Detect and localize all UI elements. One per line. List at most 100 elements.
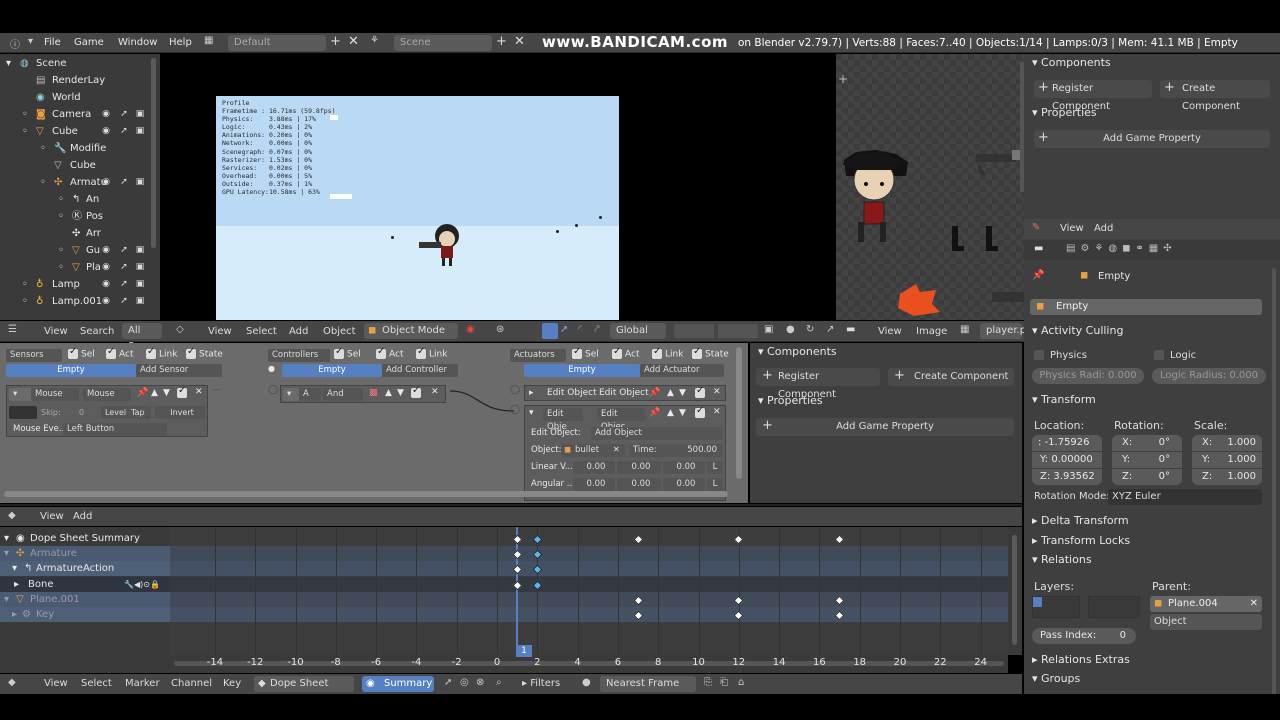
image-image-menu[interactable]: Image bbox=[916, 326, 947, 337]
render-icon[interactable]: ▣ bbox=[134, 174, 146, 191]
pass-index-field[interactable]: Pass Index: 0 bbox=[1032, 628, 1136, 644]
rotate-manipulator-icon[interactable]: ◜ bbox=[578, 324, 582, 335]
logic-vscrollbar[interactable] bbox=[736, 347, 742, 479]
level-toggle[interactable]: Level bbox=[101, 406, 129, 419]
actuator-type[interactable]: Edit Object bbox=[547, 388, 597, 398]
skip-value[interactable]: 0 bbox=[79, 408, 84, 417]
add-game-property-button[interactable]: + Add Game Property bbox=[1034, 130, 1270, 148]
rotation-y-field[interactable]: Y: 0° bbox=[1112, 452, 1182, 468]
eye-icon[interactable]: ◉ bbox=[100, 259, 112, 276]
pulse-toggle[interactable] bbox=[9, 406, 37, 419]
channel-bone[interactable]: ▸ Bone 🔧◀)⊙🔒 bbox=[0, 577, 170, 592]
outliner-item-animation[interactable]: ◦ ↰ An bbox=[0, 191, 150, 208]
chevron-down-icon[interactable]: ▾ bbox=[28, 36, 33, 47]
angular-local-toggle[interactable]: L bbox=[707, 478, 723, 491]
sensors-dropdown[interactable]: Sensors bbox=[6, 349, 62, 362]
proportional-edit-icon[interactable]: ↗ bbox=[826, 324, 834, 335]
object-mode-select[interactable]: ◼ Object Mode bbox=[364, 323, 458, 339]
properties-panel-header[interactable]: ▾ Properties bbox=[1032, 104, 1097, 122]
sensor-type-select[interactable]: Mouse bbox=[31, 388, 79, 401]
close-scene-icon[interactable]: ✕ bbox=[514, 34, 525, 49]
relations-extras-header[interactable]: ▸ Relations Extras bbox=[1032, 651, 1130, 669]
dopesheet-editor-icon[interactable]: ◆ bbox=[8, 510, 16, 521]
render-icon[interactable]: ▣ bbox=[134, 293, 146, 310]
transform-locks-header[interactable]: ▸ Transform Locks bbox=[1032, 532, 1130, 550]
physics-checkbox[interactable]: Physics bbox=[1034, 350, 1087, 361]
dopesheet-editor-icon[interactable]: ◆ bbox=[8, 677, 16, 688]
sensor-name-field[interactable]: Mouse bbox=[83, 388, 131, 401]
controllers-sel-toggle[interactable]: Sel bbox=[334, 346, 361, 360]
channel-flags-icons[interactable]: 🔧◀)⊙🔒 bbox=[124, 577, 160, 592]
relations-header[interactable]: ▾ Relations bbox=[1032, 551, 1092, 569]
eye-icon[interactable]: ◉ bbox=[100, 276, 112, 293]
render-icon[interactable]: ▣ bbox=[134, 106, 146, 123]
add-region-icon[interactable]: + bbox=[838, 72, 848, 86]
create-component-button[interactable]: + Create Component bbox=[1160, 80, 1270, 112]
select-arrow-icon[interactable]: ➚ bbox=[118, 276, 130, 293]
view3d-view-menu[interactable]: View bbox=[208, 326, 232, 337]
time-field[interactable]: Time: 500.00 bbox=[629, 444, 723, 457]
tap-toggle[interactable]: Tap bbox=[127, 406, 151, 419]
actuator-name[interactable]: Edit Objec... bbox=[597, 408, 645, 432]
location-x-field[interactable]: : -1.75926 bbox=[1032, 435, 1102, 451]
outliner-item-armature[interactable]: ◦ ✣ Armatu ◉ ➚ ▣ bbox=[0, 174, 150, 191]
scene-selector[interactable]: Scene bbox=[394, 35, 492, 51]
image-editor-canvas[interactable]: + bbox=[836, 54, 1024, 320]
dopesheet-vscroll[interactable] bbox=[1008, 527, 1022, 655]
manipulator-toggle[interactable] bbox=[542, 323, 558, 339]
sensors-act-toggle[interactable]: Act bbox=[106, 346, 133, 360]
transform-header[interactable]: ▾ Transform bbox=[1032, 391, 1096, 409]
outliner-item-scene[interactable]: ▾ ◍ Scene bbox=[0, 55, 150, 72]
location-z-field[interactable]: Z: 3.93562 bbox=[1032, 469, 1102, 485]
layout-selector[interactable]: Default bbox=[228, 35, 326, 51]
show-hidden-icon[interactable]: ◎ bbox=[460, 677, 469, 688]
eye-icon[interactable]: ◉ bbox=[100, 106, 112, 123]
pin-icon[interactable]: 📌 bbox=[649, 388, 660, 398]
angular-velocity-x[interactable]: 0.00 bbox=[573, 478, 615, 491]
viewport-shading-icon[interactable]: ◉ bbox=[466, 324, 475, 335]
mouse-event-select[interactable]: Left Button bbox=[63, 423, 167, 436]
eye-icon[interactable]: ◉ bbox=[100, 174, 112, 191]
auto-snap-icon[interactable]: ● bbox=[582, 677, 591, 688]
invert-toggle[interactable]: Invert bbox=[155, 406, 205, 419]
move-up-icon[interactable]: ▲ bbox=[667, 408, 674, 418]
pin-icon[interactable]: 📌 bbox=[137, 388, 148, 398]
move-down-icon[interactable]: ▼ bbox=[679, 388, 686, 398]
eye-icon[interactable]: ◉ bbox=[100, 293, 112, 310]
actuator-input-socket[interactable]: ◯ bbox=[510, 405, 520, 415]
menu-file[interactable]: File bbox=[44, 37, 61, 48]
scene-icon[interactable]: ⚘ bbox=[370, 35, 379, 46]
dopesheet-mode-select[interactable]: ◆ Dope Sheet bbox=[254, 676, 354, 692]
location-y-field[interactable]: Y: 0.00000 bbox=[1032, 452, 1102, 468]
controller-input-socket[interactable]: ◯ bbox=[268, 385, 278, 395]
actuator-name[interactable]: Edit Object bbox=[599, 388, 649, 398]
select-arrow-icon[interactable]: ➚ bbox=[118, 174, 130, 191]
current-frame-indicator[interactable]: 1 bbox=[516, 645, 532, 657]
channel-summary[interactable]: ▾ ◉ Dope Sheet Summary bbox=[0, 531, 170, 546]
actuators-sel-toggle[interactable]: Sel bbox=[572, 346, 599, 360]
controller-state-dot[interactable]: ● bbox=[268, 364, 275, 373]
parent-type-select[interactable]: Object bbox=[1150, 614, 1262, 630]
move-down-icon[interactable]: ▼ bbox=[163, 388, 170, 398]
search-icon[interactable]: ⌕ bbox=[496, 677, 502, 688]
scale-x-field[interactable]: X: 1.000 bbox=[1192, 435, 1262, 451]
add-actuator-dropdown[interactable]: Add Actuator bbox=[640, 364, 724, 377]
sensors-sel-toggle[interactable]: Sel bbox=[68, 346, 95, 360]
eye-icon[interactable]: ◉ bbox=[100, 123, 112, 140]
view3d-object-menu[interactable]: Object bbox=[323, 326, 356, 337]
actuator-active-checkbox[interactable] bbox=[695, 405, 708, 419]
clear-object-icon[interactable]: ✕ bbox=[613, 445, 620, 454]
actuator-type[interactable]: Edit Obje bbox=[543, 408, 583, 432]
render-icon[interactable]: ▣ bbox=[134, 276, 146, 293]
summary-toggle[interactable]: ◉ Summary bbox=[362, 676, 434, 692]
collapse-icon[interactable]: ▾ bbox=[529, 408, 534, 418]
move-up-icon[interactable]: ▲ bbox=[385, 388, 392, 398]
components-panel-header[interactable]: ▾ Components bbox=[1032, 54, 1111, 72]
physics-radius-field[interactable]: Physics Radi: 0.000 bbox=[1032, 368, 1144, 384]
render-icon[interactable]: ▣ bbox=[134, 123, 146, 140]
menu-window[interactable]: Window bbox=[118, 37, 157, 48]
marker-menu[interactable]: Marker bbox=[125, 678, 160, 689]
outliner-item-lamp[interactable]: ◦ ♁ Lamp ◉ ➚ ▣ bbox=[0, 276, 150, 293]
auto-snap-select[interactable]: Nearest Frame bbox=[600, 676, 696, 692]
controller-remove-icon[interactable]: ✕ bbox=[431, 387, 439, 397]
